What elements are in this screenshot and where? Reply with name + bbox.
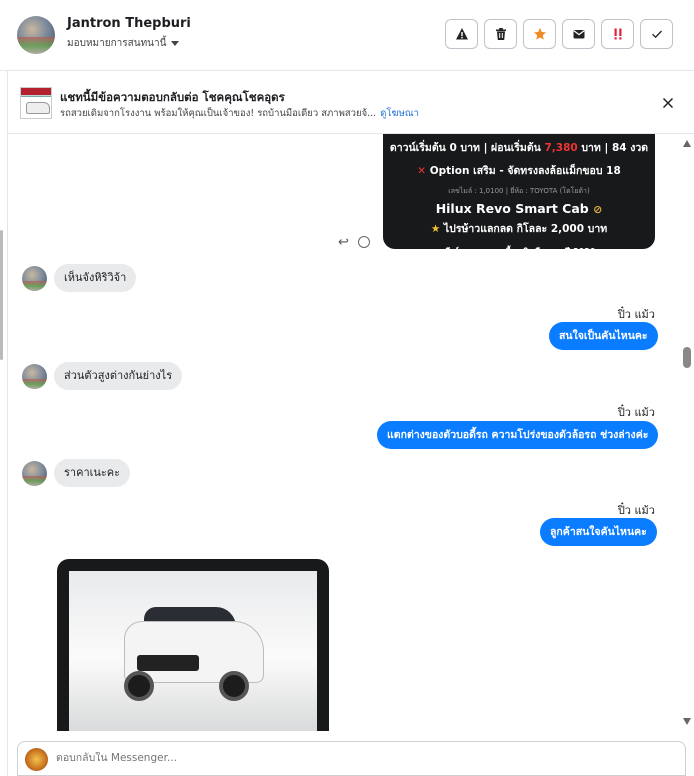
contact-avatar[interactable] (17, 16, 55, 54)
message-list[interactable]: ดาวน์เริ่มต้น 0 บาท | ผ่อนเริ่มต้น 7,380… (8, 134, 694, 731)
reply-input[interactable] (56, 752, 656, 764)
sender-avatar[interactable] (22, 461, 47, 486)
ad-model: Hilux Revo Smart Cab ⊘ (435, 201, 603, 216)
x-mark-icon: ✕ (417, 165, 427, 177)
trash-icon (495, 28, 506, 40)
header-actions (445, 19, 673, 49)
gear-spec: เกียร์ ธรรมดา (442, 247, 491, 256)
reply-icon[interactable]: ↩ (338, 235, 349, 250)
star-icon: ★ (430, 223, 441, 235)
follow-up-button[interactable] (601, 19, 634, 49)
ad-spec-line: เลขไมล์ : 1,0100 | ยี่ห้อ : TOYOTA (โตโย… (448, 187, 590, 195)
fuel-spec: เชื้อเพลิง ดีเซล (502, 247, 554, 256)
scroll-down-arrow-icon[interactable] (683, 718, 691, 725)
banner-subtitle-row: รถสวยเดิมจากโรงงาน พร้อมให้คุณเป็นเจ้าขอ… (60, 106, 419, 121)
page-avatar (25, 748, 48, 771)
ad-promo-line: ★ ไปรษ้าวแลกลด กิโลละ 2,000 บาท (430, 223, 608, 235)
ad-image-card[interactable]: ดาวน์เริ่มต้น 0 บาท | ผ่อนเริ่มต้น 7,380… (383, 134, 655, 256)
banner-subtitle: รถสวยเดิมจากโรงงาน พร้อมให้คุณเป็นเจ้าขอ… (60, 108, 377, 119)
message-scrollbar[interactable] (680, 134, 694, 731)
assign-label: มอบหมายการสนทนานี้ (67, 38, 167, 49)
outgoing-message[interactable]: ลูกค้าสนใจคันไหนคะ (540, 518, 657, 546)
banner-title: แชทนี้มีข้อความตอบกลับต่อ โชคคุณโชคอุดร (60, 90, 285, 104)
agent-name: ปิ๋ว แม้ว (617, 504, 655, 517)
delete-button[interactable] (484, 19, 517, 49)
mail-icon (572, 30, 585, 39)
conversation-header: Jantron Thepburi มอบหมายการสนทนานี้ (0, 0, 694, 71)
agent-name: ปิ๋ว แม้ว (617, 308, 655, 321)
outgoing-message[interactable]: สนใจเป็นคันไหนคะ (549, 322, 658, 350)
ad-spec-row: เกียร์ ธรรมดา เชื้อเพลิง ดีเซล ปี 2020 (383, 245, 655, 258)
outgoing-message[interactable]: แตกต่างของตัวบอดี้รถ ความโปร่งของตัวล้อร… (377, 421, 659, 449)
ad-reply-banner: แชทนี้มีข้อความตอบกลับต่อ โชคคุณโชคอุดร … (8, 72, 694, 134)
scroll-up-arrow-icon[interactable] (683, 140, 691, 147)
warning-icon (455, 28, 468, 40)
sender-avatar[interactable] (22, 266, 47, 291)
car-photo-message[interactable] (57, 559, 329, 731)
view-ad-link[interactable]: ดูโฆษณา (380, 106, 419, 121)
agent-name: ปิ๋ว แม้ว (617, 406, 655, 419)
ad-thumbnail[interactable] (20, 87, 52, 119)
mark-done-button[interactable] (640, 19, 673, 49)
assign-conversation-dropdown[interactable]: มอบหมายการสนทนานี้ (67, 36, 180, 51)
left-scrollbar-thumb[interactable] (0, 230, 3, 360)
scrollbar-thumb[interactable] (683, 347, 691, 368)
car-photo (69, 571, 317, 731)
left-pane-edge (0, 70, 8, 776)
close-icon[interactable] (660, 95, 676, 111)
verified-icon: ⊘ (593, 203, 603, 216)
ad-option-line: ✕ Option เสริม - จัดทรงลงล้อแม็กขอบ 18 (417, 165, 621, 177)
emoji-icon[interactable] (358, 236, 370, 248)
incoming-message[interactable]: ส่วนตัวสูงต่างกันย่างไร (54, 362, 183, 390)
mark-unread-button[interactable] (562, 19, 595, 49)
sender-avatar[interactable] (22, 364, 47, 389)
star-icon (533, 28, 546, 40)
incoming-message[interactable]: ราคาเนะคะ (54, 459, 131, 487)
contact-name[interactable]: Jantron Thepburi (67, 16, 191, 31)
star-button[interactable] (523, 19, 556, 49)
message-composer (17, 741, 686, 776)
priority-icon (614, 28, 621, 40)
caret-down-icon (171, 41, 180, 46)
year-spec: ปี 2020 (565, 247, 596, 256)
mark-spam-button[interactable] (445, 19, 478, 49)
incoming-message[interactable]: เห็นจังหิริวิจ้า (54, 264, 137, 292)
check-icon (651, 30, 662, 39)
ad-price-line: ดาวน์เริ่มต้น 0 บาท | ผ่อนเริ่มต้น 7,380… (389, 142, 649, 154)
